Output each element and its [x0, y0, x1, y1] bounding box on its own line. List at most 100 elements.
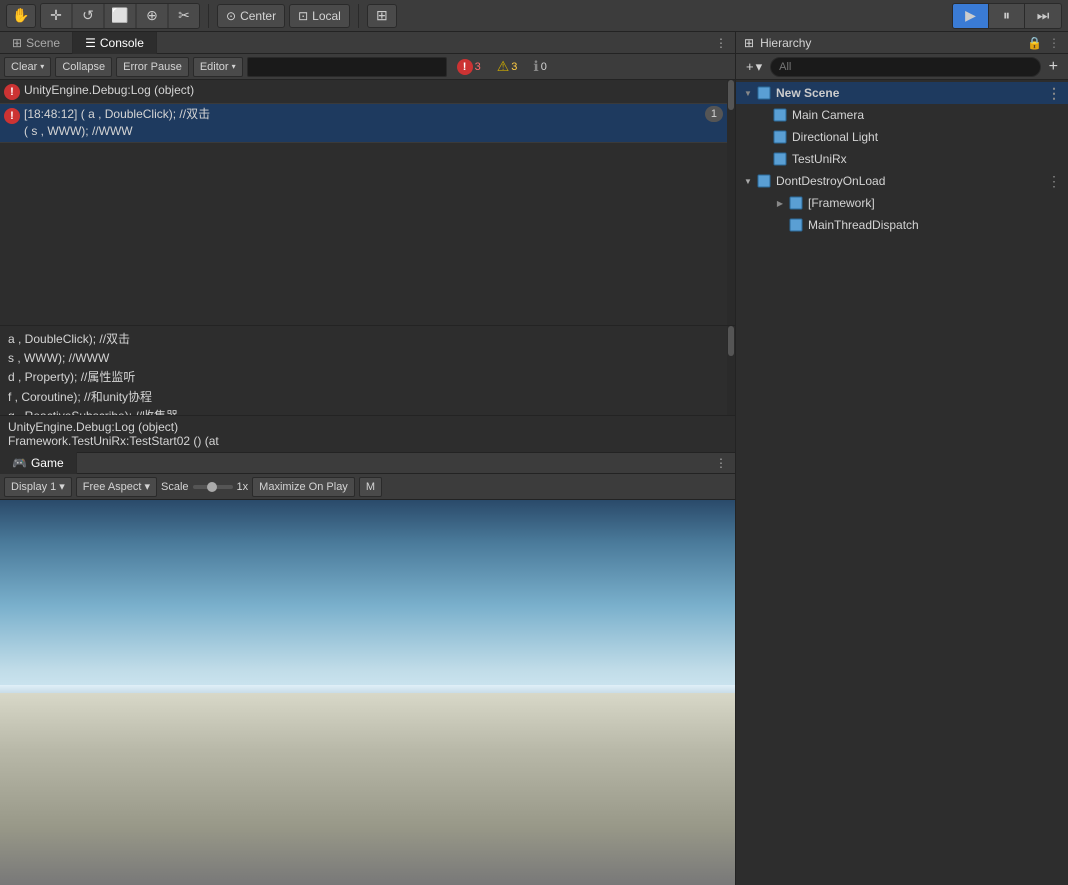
hierarchy-lock-btn[interactable]: 🔒: [1027, 36, 1042, 50]
log-selected-line1: [18:48:12] ( a , DoubleClick); //双击: [24, 106, 705, 123]
hierarchy-grid-icon: ⊞: [744, 36, 754, 50]
editor-dropdown-arrow: ▾: [232, 62, 236, 71]
console-panel: ⊞ Scene ☰ Console ⋮ Clear ▾ Collapse: [0, 32, 735, 452]
sep1: [208, 4, 209, 28]
move-tool-btn[interactable]: ✛: [41, 4, 71, 28]
detail-scrollbar[interactable]: [727, 326, 735, 415]
tab-more-btn[interactable]: ⋮: [707, 36, 735, 50]
warn-count-label: 3: [511, 61, 517, 73]
tree-new-scene[interactable]: ▼ New Scene ⋮: [736, 82, 1068, 104]
main-thread-label: MainThreadDispatch: [808, 218, 1064, 232]
hierarchy-header: ⊞ Hierarchy 🔒 ⋮: [736, 32, 1068, 54]
console-scroll-thumb[interactable]: [728, 80, 734, 110]
maximize-btn[interactable]: Maximize On Play: [252, 477, 355, 497]
tab-game[interactable]: 🎮 Game: [0, 452, 77, 474]
left-panel: ⊞ Scene ☰ Console ⋮ Clear ▾ Collapse: [0, 32, 736, 885]
clear-dropdown-arrow: ▾: [40, 62, 44, 71]
tree-dont-destroy[interactable]: ▼ DontDestroyOnLoad ⋮: [736, 170, 1068, 192]
rect-tool-btn[interactable]: ⊕: [137, 4, 167, 28]
console-scrollbar[interactable]: [727, 80, 735, 325]
game-tab-bar: 🎮 Game ⋮: [0, 452, 735, 474]
pivot-label: Center: [240, 9, 276, 23]
error-count: ! 3: [451, 59, 487, 75]
pivot-btn[interactable]: ⊙ Center: [217, 4, 285, 28]
console-detail-content: a , DoubleClick); //双击 s , WWW); //WWW d…: [0, 326, 727, 415]
log-entry-debug-text: UnityEngine.Debug:Log (object): [24, 82, 723, 99]
detail-scroll-thumb[interactable]: [728, 326, 734, 356]
stack-trace-line: Framework.TestUniRx:TestStart02 () (at: [8, 434, 727, 448]
scale-thumb: [207, 482, 217, 492]
collapse-btn[interactable]: Collapse: [55, 57, 112, 77]
scene-tab-label: Scene: [26, 36, 60, 50]
log-text-line1: ( a , DoubleClick); //双击: [81, 107, 210, 121]
tab-bar: ⊞ Scene ☰ Console ⋮: [0, 32, 735, 54]
log-entry-debug[interactable]: ! UnityEngine.Debug:Log (object): [0, 80, 727, 104]
scene-collapse-icon[interactable]: ▼: [740, 85, 756, 101]
log-timestamp: [18:48:12]: [24, 107, 77, 121]
transform-tool-btn[interactable]: ✂: [169, 4, 199, 28]
scene-more-btn[interactable]: ⋮: [1044, 85, 1064, 101]
play-button[interactable]: ▶: [953, 4, 989, 28]
tab-scene[interactable]: ⊞ Scene: [0, 32, 73, 54]
log-error-icon: !: [4, 84, 20, 100]
pause-button[interactable]: ⏸: [989, 4, 1025, 28]
hierarchy-more-btn[interactable]: ⋮: [1048, 36, 1060, 50]
error-pause-label: Error Pause: [123, 61, 182, 73]
display-btn[interactable]: Display 1 ▾: [4, 477, 72, 497]
scale-text: Scale: [161, 481, 189, 493]
game-tab-more[interactable]: ⋮: [707, 456, 735, 470]
main-thread-icon: [788, 217, 804, 233]
console-tab-label: Console: [100, 36, 144, 50]
console-search-input[interactable]: [247, 57, 447, 77]
scale-control: Scale 1x: [161, 481, 248, 493]
tree-test-unirx[interactable]: TestUniRx: [736, 148, 1068, 170]
game-icon: 🎮: [12, 456, 27, 470]
hierarchy-search-input[interactable]: [770, 57, 1041, 77]
horizon-layer: [0, 685, 735, 693]
warn-count: ⚠ 3: [491, 58, 524, 75]
local-icon: ⊡: [298, 9, 308, 23]
game-tab-label: Game: [31, 456, 64, 470]
play-controls: ▶ ⏸ ⏭: [952, 3, 1062, 29]
hand-tool-btn[interactable]: ✋: [6, 4, 36, 28]
editor-label: Editor: [200, 61, 229, 73]
hierarchy-top-plus[interactable]: +: [1045, 58, 1062, 76]
scale-slider[interactable]: [193, 485, 233, 489]
tab-console[interactable]: ☰ Console: [73, 32, 157, 54]
rotate-tool-btn[interactable]: ↺: [73, 4, 103, 28]
framework-expand[interactable]: ▶: [772, 195, 788, 211]
add-dropdown: ▾: [756, 59, 763, 75]
dont-destroy-more[interactable]: ⋮: [1044, 173, 1064, 189]
tree-main-camera[interactable]: Main Camera: [736, 104, 1068, 126]
main-camera-icon: [772, 107, 788, 123]
detail-line-3: d , Property); //属性监听: [8, 368, 719, 387]
scale-value: 1x: [237, 481, 249, 493]
log-entry-selected[interactable]: ! [18:48:12] ( a , DoubleClick); //双击 ( …: [0, 104, 727, 143]
hierarchy-add-btn[interactable]: + ▾: [742, 57, 766, 77]
clear-btn[interactable]: Clear ▾: [4, 57, 51, 77]
console-detail-panel: a , DoubleClick); //双击 s , WWW); //WWW d…: [0, 325, 735, 415]
game-viewport: [0, 500, 735, 885]
main-thread-expand: [772, 217, 788, 233]
step-button[interactable]: ⏭: [1025, 4, 1061, 28]
tree-main-thread[interactable]: MainThreadDispatch: [736, 214, 1068, 236]
error-pause-btn[interactable]: Error Pause: [116, 57, 189, 77]
dir-light-icon: [772, 129, 788, 145]
detail-line-4: f , Coroutine); //和unity协程: [8, 388, 719, 407]
mute-btn[interactable]: M: [359, 477, 382, 497]
log-selected-icon: !: [4, 108, 20, 124]
space-btn[interactable]: ⊡ Local: [289, 4, 350, 28]
grid-btn[interactable]: ⊞: [367, 4, 397, 28]
console-scroll-area: ! UnityEngine.Debug:Log (object) ! [18:4…: [0, 80, 735, 325]
framework-icon: [788, 195, 804, 211]
tree-framework[interactable]: ▶ [Framework]: [736, 192, 1068, 214]
tree-directional-light[interactable]: Directional Light: [736, 126, 1068, 148]
aspect-btn[interactable]: Free Aspect ▾: [76, 477, 157, 497]
info-count: ℹ 0: [527, 58, 552, 75]
scale-tool-btn[interactable]: ⬜: [105, 4, 135, 28]
dont-destroy-collapse[interactable]: ▼: [740, 173, 756, 189]
editor-btn[interactable]: Editor ▾: [193, 57, 243, 77]
test-unirx-label: TestUniRx: [792, 152, 1064, 166]
hierarchy-panel: ⊞ Hierarchy 🔒 ⋮ + ▾ + ▼: [736, 32, 1068, 885]
main-toolbar: ✋ ✛ ↺ ⬜ ⊕ ✂ ⊙ Center ⊡ Local ⊞ ▶ ⏸ ⏭: [0, 0, 1068, 32]
